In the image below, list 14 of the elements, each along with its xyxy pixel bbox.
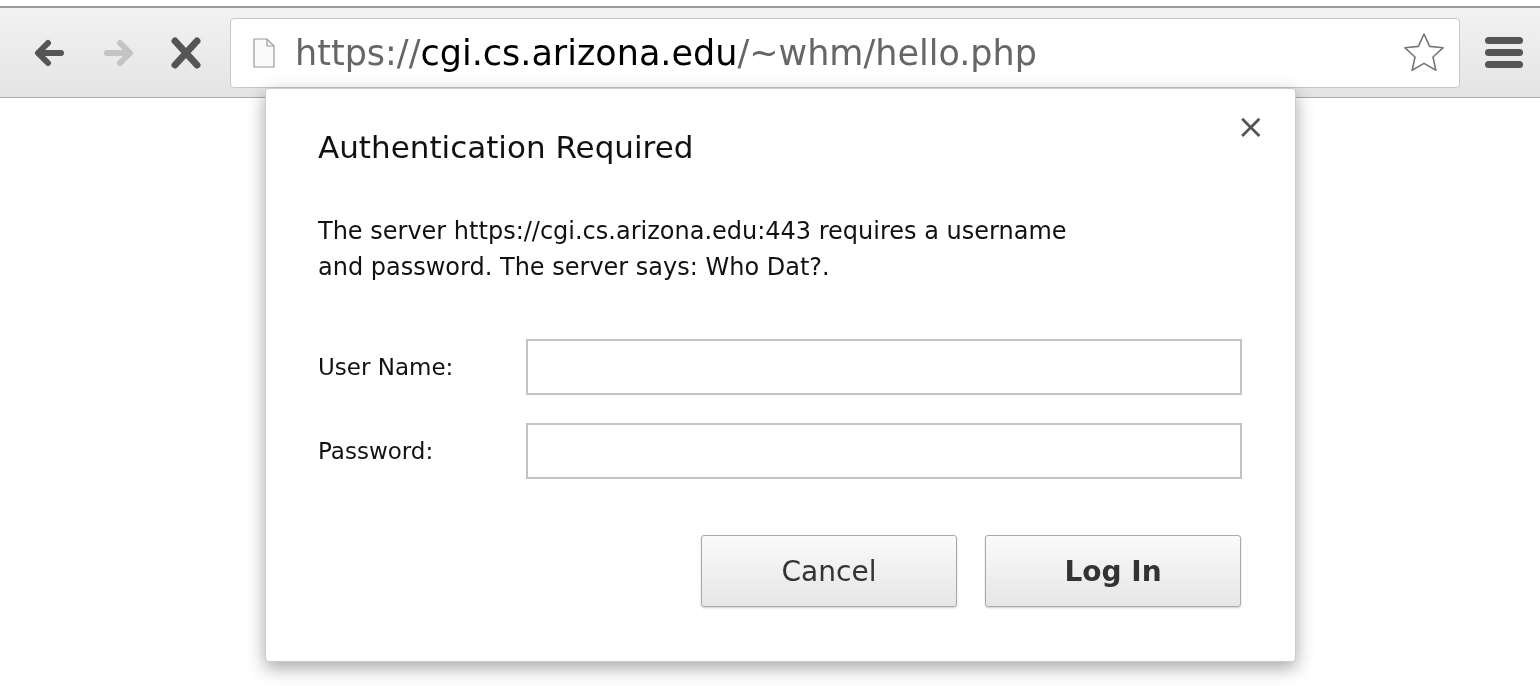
url-text: https://cgi.cs.arizona.edu/~whm/hello.php <box>295 32 1037 73</box>
page-icon <box>253 37 275 68</box>
dialog-title: Authentication Required <box>318 129 695 165</box>
star-icon[interactable] <box>1403 31 1445 74</box>
input-field[interactable] <box>526 423 1242 479</box>
close-button[interactable]: × <box>1232 109 1269 143</box>
cancel-button[interactable]: Cancel <box>701 535 957 607</box>
menu-icon[interactable] <box>1484 34 1524 71</box>
address-bar[interactable]: https://cgi.cs.arizona.edu/~whm/hello.php <box>230 17 1460 88</box>
field-label: Password: <box>318 438 435 464</box>
input-field[interactable] <box>526 339 1242 395</box>
login-button[interactable]: Log In <box>985 535 1241 607</box>
field-label: User Name: <box>318 354 455 380</box>
dialog-message: The server https://cgi.cs.arizona.edu:443 requires a username and password. The server says: Who Dat?. <box>318 216 1068 283</box>
